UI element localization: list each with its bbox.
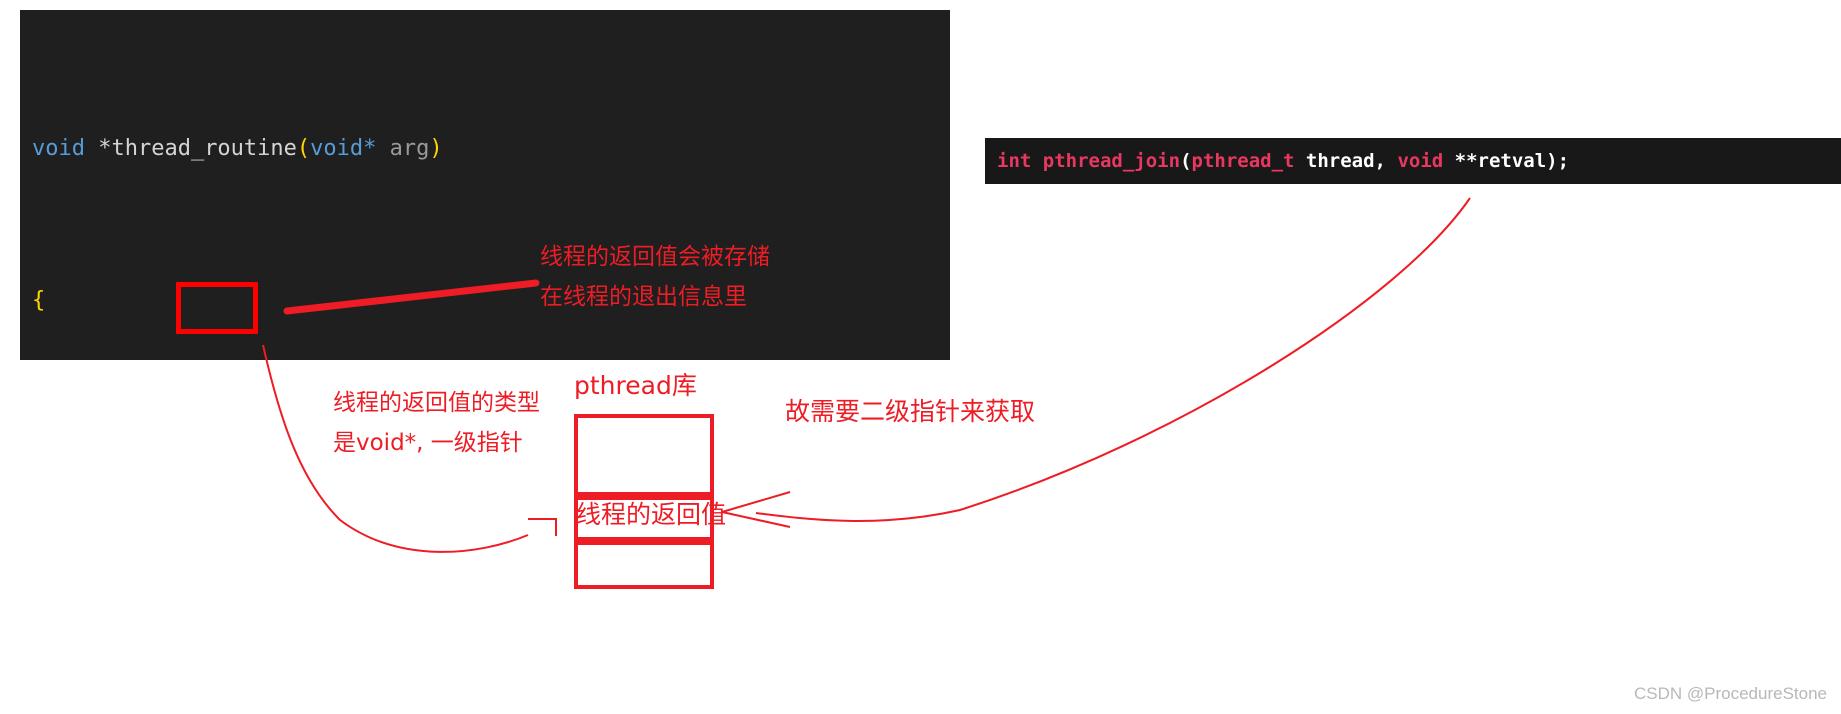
token-brace-open: { (32, 288, 46, 313)
bracket-to-return-value-cell (528, 518, 557, 536)
token-paren-close: ) (429, 136, 443, 161)
token-void: void (32, 136, 85, 161)
null-highlight-box (176, 282, 258, 334)
token-arg2-name: **retval (1443, 150, 1547, 172)
table-cell-empty-bottom (574, 541, 714, 589)
annotation-line-1: 线程的返回值的类型 (333, 390, 540, 416)
token-void-param: void* (310, 136, 377, 161)
token-paren-open: ( (296, 136, 311, 161)
annotation-return-type: 线程的返回值的类型 是void*, 一级指针 (333, 383, 540, 463)
token-arg1-name: thread (1294, 150, 1375, 172)
pthread-join-signature-block: int pthread_join(pthread_t thread, void … (985, 138, 1841, 184)
table-cell-empty-top (574, 414, 714, 496)
annotation-line-1: 线程的返回值会被存储 (540, 244, 770, 270)
code-line-1: void *thread_routine(void* arg) (20, 130, 950, 168)
annotation-return-value-cell-label: 线程的返回值 (576, 500, 727, 529)
token-arg1-type: pthread_t (1191, 150, 1295, 172)
token-return-type: int (997, 150, 1032, 172)
token-function-name: *thread_routine (84, 136, 297, 161)
annotation-line-2: 在线程的退出信息里 (540, 284, 747, 310)
token-paren-open: ( (1180, 150, 1192, 172)
annotation-line-2: 是void*, 一级指针 (333, 430, 523, 456)
annotation-double-pointer: 故需要二级指针来获取 (785, 397, 1036, 426)
arrowhead-into-table (721, 491, 791, 528)
token-function-name: pthread_join (1042, 150, 1181, 172)
code-line-2: { (20, 282, 950, 320)
token-paren-close: ); (1546, 150, 1570, 172)
annotation-return-value-stored: 线程的返回值会被存储 在线程的退出信息里 (540, 237, 770, 317)
annotation-pthread-library-label: pthread库 (574, 371, 697, 400)
csdn-watermark: CSDN @ProcedureStone (1633, 684, 1827, 703)
token-arg2-type: void (1397, 150, 1444, 172)
token-arg: arg (376, 136, 430, 161)
token-comma: , (1374, 150, 1398, 172)
code-editor-block: void *thread_routine(void* arg) { int va… (20, 10, 950, 360)
